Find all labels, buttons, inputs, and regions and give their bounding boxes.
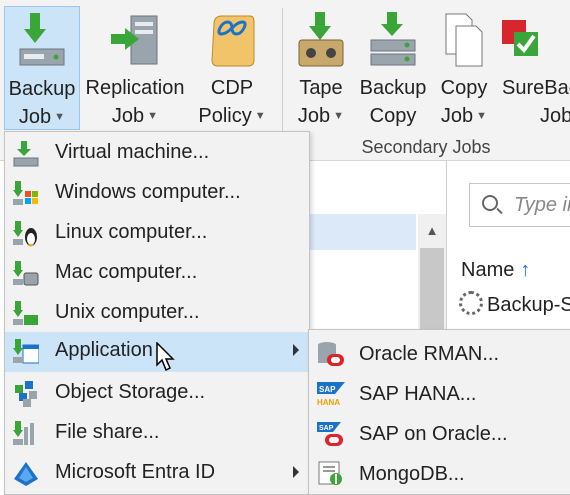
chevron-down-icon: ▼ (254, 110, 266, 122)
menu-item-label: File share... (55, 421, 160, 443)
surebackup-job-label-2: Job (540, 105, 570, 127)
menu-item-file-share[interactable]: File share... (5, 414, 309, 454)
backup-job-icon (19, 13, 65, 66)
menu-item-unix-computer[interactable]: Unix computer... (5, 294, 309, 334)
linux-computer-icon (13, 221, 37, 247)
search-input[interactable] (512, 190, 570, 220)
menu-item-windows-computer[interactable]: Windows computer... (5, 174, 309, 214)
backup-copy-icon (370, 12, 416, 66)
surebackup-job-icon (502, 20, 538, 56)
submenu-item-label: Oracle RMAN... (359, 343, 500, 365)
cdp-policy-label-2: Policy (198, 105, 252, 127)
copy-job-label-1: Copy (440, 77, 488, 99)
backup-copy-button[interactable]: Backup Copy (356, 6, 430, 128)
sap-on-oracle-icon: SAP (317, 422, 343, 446)
menu-item-label: Linux computer... (55, 221, 208, 243)
menu-item-label: Windows computer... (55, 181, 241, 203)
microsoft-entra-id-icon (14, 462, 38, 486)
search-icon (482, 195, 498, 211)
replication-job-icon (111, 15, 158, 65)
menu-item-object-storage[interactable]: Object Storage... (5, 374, 309, 414)
copy-job-icon (445, 13, 483, 67)
menu-item-microsoft-entra-id[interactable]: Microsoft Entra ID (5, 454, 309, 494)
submenu-item-label: MongoDB... (359, 463, 465, 485)
submenu-item-label: SAP HANA... (359, 383, 477, 405)
copy-job-button[interactable]: Copy Job ▼ (432, 6, 496, 128)
backup-copy-label-2: Copy (369, 105, 417, 127)
chevron-down-icon: ▼ (333, 110, 345, 122)
chevron-down-icon: ▼ (54, 111, 66, 123)
replication-job-label-2: Job (111, 105, 145, 127)
svg-text:SAP: SAP (319, 385, 336, 394)
backup-job-button[interactable]: Backup Job ▼ (4, 6, 80, 130)
submenu-item-sap-on-oracle[interactable]: SAP SAP on Oracle... (309, 414, 570, 454)
list-item-label: Backup-S (487, 294, 570, 316)
mac-computer-icon (13, 261, 39, 286)
unix-computer-icon (13, 301, 38, 325)
surebackup-job-button[interactable]: SureBac Job (498, 6, 570, 128)
submenu-arrow-icon (293, 466, 299, 478)
tape-job-label-2: Job (297, 105, 331, 127)
submenu-item-sap-hana[interactable]: SAP HANA SAP HANA... (309, 374, 570, 414)
cdp-policy-icon (211, 15, 255, 67)
mongodb-icon (318, 461, 342, 485)
tape-job-label-1: Tape (299, 77, 343, 99)
secondary-jobs-group-label: Secondary Jobs (361, 137, 491, 157)
menu-item-linux-computer[interactable]: Linux computer... (5, 214, 309, 254)
sort-ascending-icon: ↑ (520, 259, 531, 281)
name-column-header[interactable]: Name ↑ (461, 259, 530, 282)
object-storage-icon (15, 381, 37, 407)
application-icon (13, 339, 39, 364)
cdp-policy-label-1: CDP (210, 77, 254, 99)
mouse-cursor-icon (156, 342, 175, 372)
submenu-item-mongodb[interactable]: MongoDB... (309, 454, 570, 494)
svg-text:SAP: SAP (319, 425, 334, 432)
tape-job-button[interactable]: Tape Job ▼ (288, 6, 354, 128)
virtual-machine-icon (13, 141, 39, 167)
windows-computer-icon (13, 181, 38, 205)
gear-icon (459, 291, 483, 315)
submenu-item-oracle-rman[interactable]: Oracle RMAN... (309, 334, 570, 374)
selected-tree-node[interactable] (300, 214, 416, 250)
file-share-icon (13, 421, 34, 445)
tape-job-icon (298, 12, 344, 67)
menu-item-label: Application (55, 339, 153, 361)
menu-item-label: Mac computer... (55, 261, 198, 283)
backup-job-label-2: Job (18, 106, 52, 128)
hana-badge: HANA (317, 398, 340, 407)
chevron-down-icon: ▼ (476, 110, 488, 122)
name-column-label: Name (461, 259, 515, 281)
sap-hana-icon: SAP HANA (317, 382, 345, 407)
menu-item-mac-computer[interactable]: Mac computer... (5, 254, 309, 294)
submenu-arrow-icon (293, 344, 299, 356)
scroll-up-icon[interactable]: ▲ (418, 214, 446, 246)
search-box[interactable] (469, 183, 570, 227)
backup-job-dropdown-menu: Virtual machine... Windows computer... L… (4, 131, 310, 495)
backup-job-label-1: Backup (8, 78, 76, 100)
copy-job-label-2: Job (440, 105, 474, 127)
menu-item-virtual-machine[interactable]: Virtual machine... (5, 134, 309, 174)
application-submenu: Oracle RMAN... SAP HANA SAP HANA... SAP … (308, 329, 570, 495)
submenu-item-label: SAP on Oracle... (359, 423, 508, 445)
backup-copy-label-1: Backup (359, 77, 427, 99)
menu-item-label: Virtual machine... (55, 141, 210, 163)
list-item[interactable]: Backup-S (459, 291, 570, 317)
replication-job-label-1: Replication (85, 77, 185, 99)
menu-item-label: Object Storage... (55, 381, 206, 403)
cdp-policy-button[interactable]: CDP Policy ▼ (192, 6, 272, 128)
menu-item-label: Unix computer... (55, 301, 200, 323)
replication-job-button[interactable]: Replication Job ▼ (82, 6, 188, 128)
surebackup-job-label-1: SureBac (502, 77, 570, 99)
oracle-rman-icon (318, 342, 344, 366)
chevron-down-icon: ▼ (147, 110, 159, 122)
menu-item-label: Microsoft Entra ID (55, 461, 216, 483)
